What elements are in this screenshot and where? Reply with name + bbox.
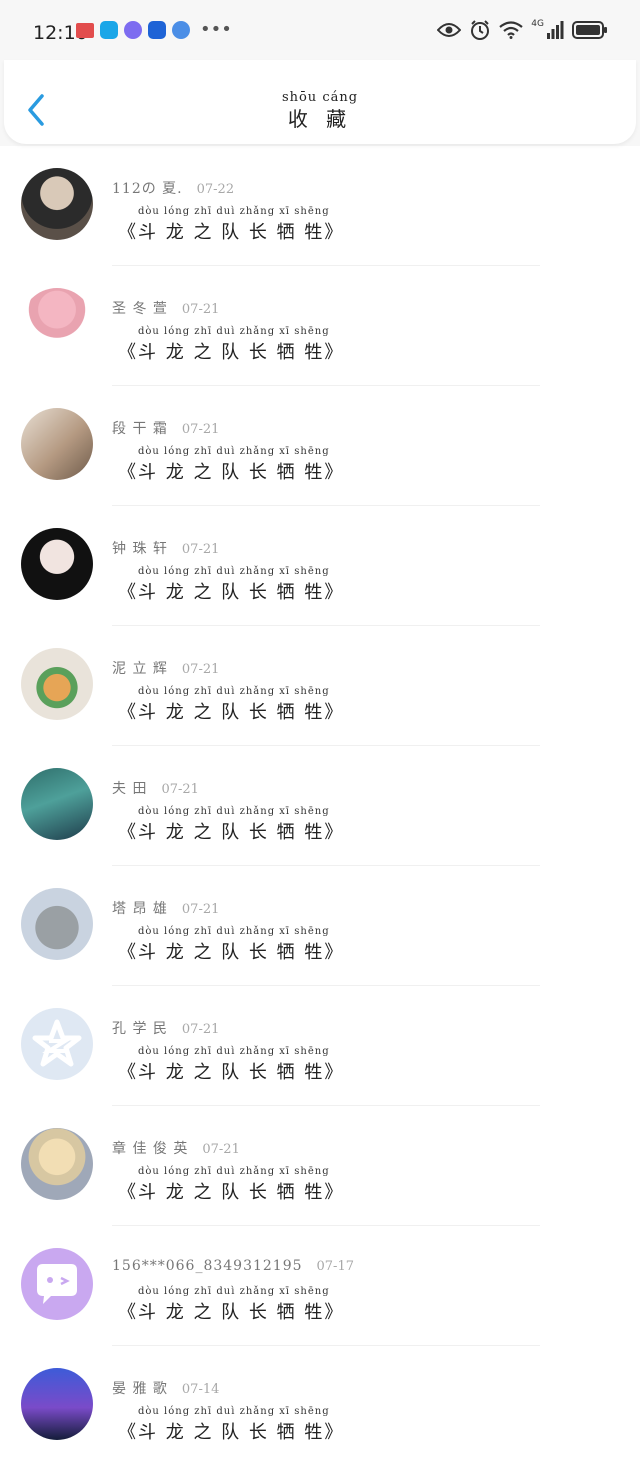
list-item[interactable]: 112の 夏. 07-22 《斗 龙 之 队 长 牺 牲》 dòu lóng zh… xyxy=(0,146,640,266)
user-name: 钟 珠 轩 xyxy=(112,541,168,557)
avatar[interactable] xyxy=(21,528,93,600)
item-content: 《斗 龙 之 队 长 牺 牲》 xyxy=(118,462,345,483)
qq-z-icon xyxy=(32,1019,82,1067)
avatar[interactable] xyxy=(21,1128,93,1200)
item-content: 《斗 龙 之 队 长 牺 牲》 xyxy=(118,582,345,603)
avatar[interactable] xyxy=(21,888,93,960)
item-content-pinyin: dòu lóng zhī duì zhǎng xī shēng xyxy=(138,686,330,697)
list-item[interactable]: 章 佳 俊 英 07-21 《斗 龙 之 队 长 牺 牲》 dòu lóng zh… xyxy=(0,1106,640,1226)
list-item[interactable]: 圣 冬 萱 07-21 《斗 龙 之 队 长 牺 牲》 dòu lóng zhī … xyxy=(0,266,640,386)
list-item[interactable]: 孔 学 民 07-21 《斗 龙 之 队 长 牺 牲》 dòu lóng zhī … xyxy=(0,986,640,1106)
list-item[interactable]: 晏 雅 歌 07-14 《斗 龙 之 队 长 牺 牲》 dòu lóng zhī … xyxy=(0,1346,640,1466)
item-content-pinyin: dòu lóng zhī duì zhǎng xī shēng xyxy=(138,446,330,457)
user-name: 章 佳 俊 英 xyxy=(112,1141,189,1157)
status-icons: 4G xyxy=(437,19,608,41)
signal-icon xyxy=(547,21,564,39)
user-name: 孔 学 民 xyxy=(112,1021,168,1037)
page-title: shōu cáng 收 藏 xyxy=(0,90,640,132)
item-date: 07-21 xyxy=(181,662,220,677)
globe-app-icon xyxy=(172,21,190,39)
user-name: 段 干 霜 xyxy=(112,421,168,437)
item-date: 07-21 xyxy=(181,422,220,437)
item-content-pinyin: dòu lóng zhī duì zhǎng xī shēng xyxy=(138,1406,330,1417)
item-date: 07-21 xyxy=(181,542,220,557)
avatar[interactable] xyxy=(21,1008,93,1080)
item-content: 《斗 龙 之 队 长 牺 牲》 xyxy=(118,1422,345,1443)
item-content-pinyin: dòu lóng zhī duì zhǎng xī shēng xyxy=(138,1286,330,1297)
avatar[interactable] xyxy=(21,648,93,720)
list-item[interactable]: 钟 珠 轩 07-21 《斗 龙 之 队 长 牺 牲》 dòu lóng zhī … xyxy=(0,506,640,626)
item-content-pinyin: dòu lóng zhī duì zhǎng xī shēng xyxy=(138,1166,330,1177)
list-item[interactable]: 夫 田 07-21 《斗 龙 之 队 长 牺 牲》 dòu lóng zhī du… xyxy=(0,746,640,866)
more-icon: ••• xyxy=(200,19,232,40)
item-content-pinyin: dòu lóng zhī duì zhǎng xī shēng xyxy=(138,1046,330,1057)
user-name: 夫 田 xyxy=(112,781,148,797)
item-date: 07-21 xyxy=(181,902,220,917)
music-app-icon xyxy=(124,21,142,39)
item-content-pinyin: dòu lóng zhī duì zhǎng xī shēng xyxy=(138,206,330,217)
item-date: 07-21 xyxy=(202,1142,240,1157)
item-content: 《斗 龙 之 队 长 牺 牲》 xyxy=(118,822,345,843)
item-content: 《斗 龙 之 队 长 牺 牲》 xyxy=(118,342,345,363)
wifi-icon xyxy=(499,21,523,39)
list-item[interactable]: 156***066_8349312195 07-17 《斗 龙 之 队 长 牺 牲… xyxy=(0,1226,640,1346)
alarm-icon xyxy=(471,20,490,40)
item-content: 《斗 龙 之 队 长 牺 牲》 xyxy=(118,1182,345,1203)
header: shōu cáng 收 藏 xyxy=(0,60,640,146)
status-bar: 12:10 ••• 4G xyxy=(0,0,640,60)
eye-icon xyxy=(437,23,462,37)
battery-icon xyxy=(572,21,607,39)
item-content-pinyin: dòu lóng zhī duì zhǎng xī shēng xyxy=(138,566,330,577)
item-date: 07-22 xyxy=(196,182,235,197)
item-content: 《斗 龙 之 队 长 牺 牲》 xyxy=(118,1062,345,1083)
list-item[interactable]: 塔 昂 雄 07-21 《斗 龙 之 队 长 牺 牲》 dòu lóng zhī … xyxy=(0,866,640,986)
user-name: 156***066_8349312195 xyxy=(112,1258,303,1274)
avatar[interactable] xyxy=(21,408,93,480)
avatar[interactable] xyxy=(21,168,93,240)
avatar[interactable] xyxy=(21,1248,93,1320)
search-app-icon xyxy=(100,21,118,39)
bulb-app-icon xyxy=(148,21,166,39)
item-content: 《斗 龙 之 队 长 牺 牲》 xyxy=(118,222,345,243)
book-app-icon xyxy=(76,22,94,38)
avatar[interactable] xyxy=(21,768,93,840)
user-name: 晏 雅 歌 xyxy=(112,1381,168,1397)
notification-apps: ••• xyxy=(76,21,232,39)
chat-bubble-icon xyxy=(37,1264,77,1304)
item-content-pinyin: dòu lóng zhī duì zhǎng xī shēng xyxy=(138,806,330,817)
item-content-pinyin: dòu lóng zhī duì zhǎng xī shēng xyxy=(138,926,330,937)
item-content: 《斗 龙 之 队 长 牺 牲》 xyxy=(118,1302,345,1323)
user-name: 圣 冬 萱 xyxy=(112,301,168,317)
avatar[interactable] xyxy=(21,1368,93,1440)
favorites-list: 112の 夏. 07-22 《斗 龙 之 队 长 牺 牲》 dòu lóng zh… xyxy=(0,146,640,1466)
item-date: 07-17 xyxy=(316,1259,354,1274)
item-date: 07-21 xyxy=(181,302,220,317)
item-date: 07-14 xyxy=(181,1382,220,1397)
user-name: 112の 夏. xyxy=(112,181,183,197)
user-name: 泥 立 辉 xyxy=(112,661,168,677)
user-name: 塔 昂 雄 xyxy=(112,901,168,917)
item-content: 《斗 龙 之 队 长 牺 牲》 xyxy=(118,942,345,963)
item-date: 07-21 xyxy=(161,782,199,797)
avatar[interactable] xyxy=(21,288,93,360)
page-title-text: 收 藏 xyxy=(287,107,353,131)
item-content: 《斗 龙 之 队 长 牺 牲》 xyxy=(118,702,345,723)
item-content-pinyin: dòu lóng zhī duì zhǎng xī shēng xyxy=(138,326,330,337)
list-item[interactable]: 段 干 霜 07-21 《斗 龙 之 队 长 牺 牲》 dòu lóng zhī … xyxy=(0,386,640,506)
item-date: 07-21 xyxy=(181,1022,220,1037)
network-type: 4G xyxy=(531,19,544,29)
list-item[interactable]: 泥 立 辉 07-21 《斗 龙 之 队 长 牺 牲》 dòu lóng zhī … xyxy=(0,626,640,746)
